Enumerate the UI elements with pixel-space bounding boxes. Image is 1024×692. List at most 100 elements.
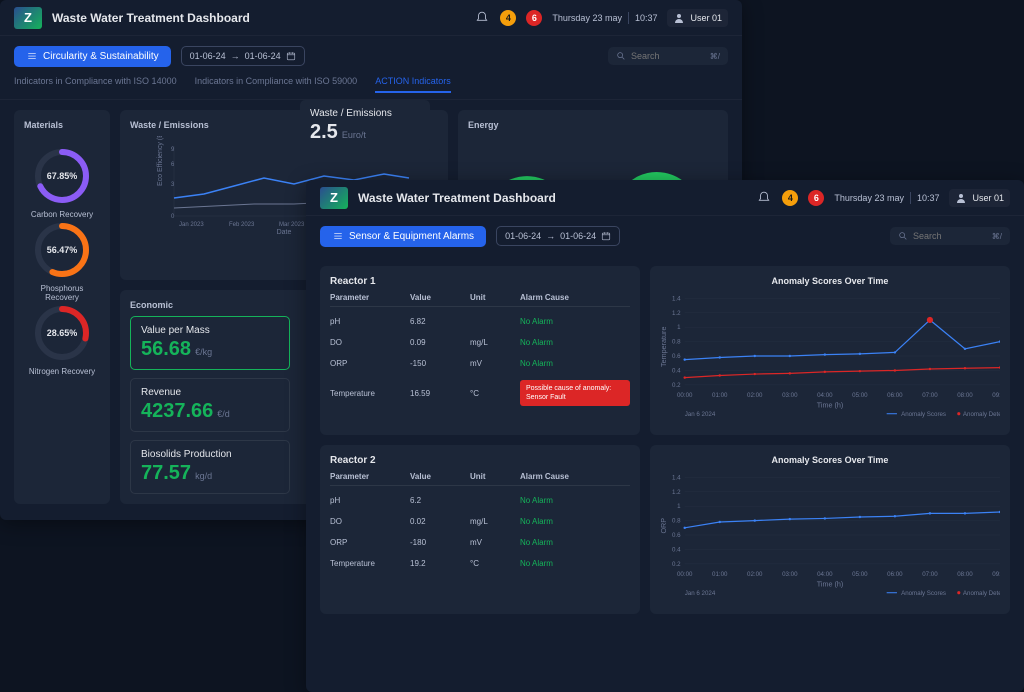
svg-text:06:00: 06:00 (887, 392, 903, 399)
alarm-status: No Alarm (520, 517, 553, 526)
notif-badge-critical[interactable]: 6 (526, 10, 542, 26)
reactor-title: Reactor 1 (330, 276, 630, 287)
param-name: Temperature (330, 559, 410, 568)
econ-card-2: Biosolids Production 77.57kg/d (130, 440, 290, 494)
alarm-status: No Alarm (520, 496, 553, 505)
date-range-picker[interactable]: 01-06-24 → 01-06-24 (181, 46, 305, 66)
param-unit: °C (470, 389, 520, 398)
alarm-fault: Possible cause of anomaly: Sensor Fault (520, 380, 630, 406)
econ-label: Value per Mass (141, 325, 279, 336)
svg-text:09:00: 09:00 (992, 571, 1000, 578)
search-input[interactable]: ⌘/ (890, 227, 1010, 245)
param-name: pH (330, 317, 410, 326)
tab-iso59000[interactable]: Indicators in Compliance with ISO 59000 (195, 76, 358, 93)
table-row: ORP -180 mV No Alarm (330, 532, 630, 553)
svg-text:0.8: 0.8 (672, 339, 681, 346)
search-icon (898, 231, 908, 241)
chart-ylabel: Eco Efficiency (Euro/t) (157, 136, 164, 186)
table-head: ParameterValueUnitAlarm Cause (330, 293, 630, 307)
notif-badge-warning[interactable]: 4 (782, 190, 798, 206)
econ-unit: €/d (217, 409, 230, 419)
logo-icon (14, 7, 42, 29)
notif-badge-critical[interactable]: 6 (808, 190, 824, 206)
notif-badge-warning[interactable]: 4 (500, 10, 516, 26)
search-field[interactable] (913, 231, 983, 241)
search-input[interactable]: ⌘/ (608, 47, 728, 65)
param-value: 0.09 (410, 338, 470, 347)
param-value: 6.82 (410, 317, 470, 326)
ring-2: 28.65% Nitrogen Recovery (24, 303, 100, 377)
econ-value: 77.57 (141, 462, 191, 485)
user-icon (955, 192, 967, 204)
svg-text:Time (h): Time (h) (817, 580, 844, 589)
svg-text:1: 1 (677, 503, 681, 510)
subbar: Circularity & Sustainability 01-06-24 → … (0, 36, 742, 76)
ring-label: Nitrogen Recovery (29, 367, 95, 377)
svg-text:08:00: 08:00 (957, 392, 973, 399)
calendar-icon (601, 231, 611, 241)
svg-text:0.2: 0.2 (672, 561, 681, 568)
we-kpi-unit: Euro/t (342, 130, 366, 140)
user-menu[interactable]: User 01 (949, 189, 1010, 207)
chart-title: Anomaly Scores Over Time (660, 455, 1000, 465)
date-from: 01-06-24 (505, 231, 541, 241)
energy-title: Energy (468, 120, 718, 130)
econ-unit: €/kg (195, 347, 212, 357)
reactor-2-chart: Anomaly Scores Over Time 0.20.40.60.811.… (650, 445, 1010, 614)
alarm-status: No Alarm (520, 559, 553, 568)
param-name: DO (330, 517, 410, 526)
svg-text:6: 6 (171, 162, 175, 168)
svg-text:03:00: 03:00 (782, 392, 798, 399)
param-value: 16.59 (410, 389, 470, 398)
waste-emissions-kpi: Waste / Emissions 2.5Euro/t (300, 100, 430, 152)
svg-text:0.8: 0.8 (672, 518, 681, 525)
mode-button-alarms[interactable]: Sensor & Equipment Alarms (320, 226, 486, 247)
search-field[interactable] (631, 51, 701, 61)
date-label: Thursday 23 may (834, 193, 904, 203)
param-value: 19.2 (410, 559, 470, 568)
param-value: -180 (410, 538, 470, 547)
svg-text:05:00: 05:00 (852, 392, 868, 399)
param-name: Temperature (330, 389, 410, 398)
svg-text:0.6: 0.6 (672, 532, 681, 539)
user-menu[interactable]: User 01 (667, 9, 728, 27)
econ-value: 4237.66 (141, 400, 213, 423)
econ-label: Biosolids Production (141, 449, 279, 460)
alarm-status: No Alarm (520, 317, 553, 326)
ring-label: Carbon Recovery (31, 210, 93, 220)
notification-bell-icon[interactable] (756, 190, 772, 206)
table-head: ParameterValueUnitAlarm Cause (330, 472, 630, 486)
mode-button-circularity[interactable]: Circularity & Sustainability (14, 46, 171, 67)
menu-icon (26, 51, 38, 61)
ring-value: 28.65% (32, 303, 92, 363)
tab-iso14000[interactable]: Indicators in Compliance with ISO 14000 (14, 76, 177, 93)
alarm-status: No Alarm (520, 359, 553, 368)
alarm-status: No Alarm (520, 538, 553, 547)
alarm-status: No Alarm (520, 338, 553, 347)
tab-action[interactable]: ACTION Indicators (375, 76, 451, 93)
date-range-picker[interactable]: 01-06-24 → 01-06-24 (496, 226, 620, 246)
ring-0: 67.85% Carbon Recovery (24, 146, 100, 220)
econ-value: 56.68 (141, 338, 191, 361)
svg-text:1: 1 (677, 324, 681, 331)
reactor-1-chart: Anomaly Scores Over Time 0.20.40.60.811.… (650, 266, 1010, 435)
user-icon (673, 12, 685, 24)
dashboard-alarms: Waste Water Treatment Dashboard 4 6 Thur… (306, 180, 1024, 692)
svg-text:Jan 2023: Jan 2023 (179, 222, 204, 228)
page-title: Waste Water Treatment Dashboard (52, 11, 250, 25)
table-row: DO 0.02 mg/L No Alarm (330, 511, 630, 532)
ring-1: 56.47% Phosphorus Recovery (24, 220, 100, 303)
param-unit: mg/L (470, 517, 520, 526)
svg-text:04:00: 04:00 (817, 392, 833, 399)
svg-text:0.4: 0.4 (672, 547, 681, 554)
tab-bar: Indicators in Compliance with ISO 14000 … (0, 76, 742, 100)
svg-text:02:00: 02:00 (747, 392, 763, 399)
notification-bell-icon[interactable] (474, 10, 490, 26)
svg-text:04:00: 04:00 (817, 571, 833, 578)
ring-value: 67.85% (32, 146, 92, 206)
svg-text:Anomaly Detected: Anomaly Detected (963, 411, 1000, 418)
table-row: Temperature 19.2 °C No Alarm (330, 553, 630, 574)
we-kpi-title: Waste / Emissions (310, 108, 420, 119)
svg-text:00:00: 00:00 (677, 571, 693, 578)
svg-text:ORP: ORP (660, 518, 668, 534)
